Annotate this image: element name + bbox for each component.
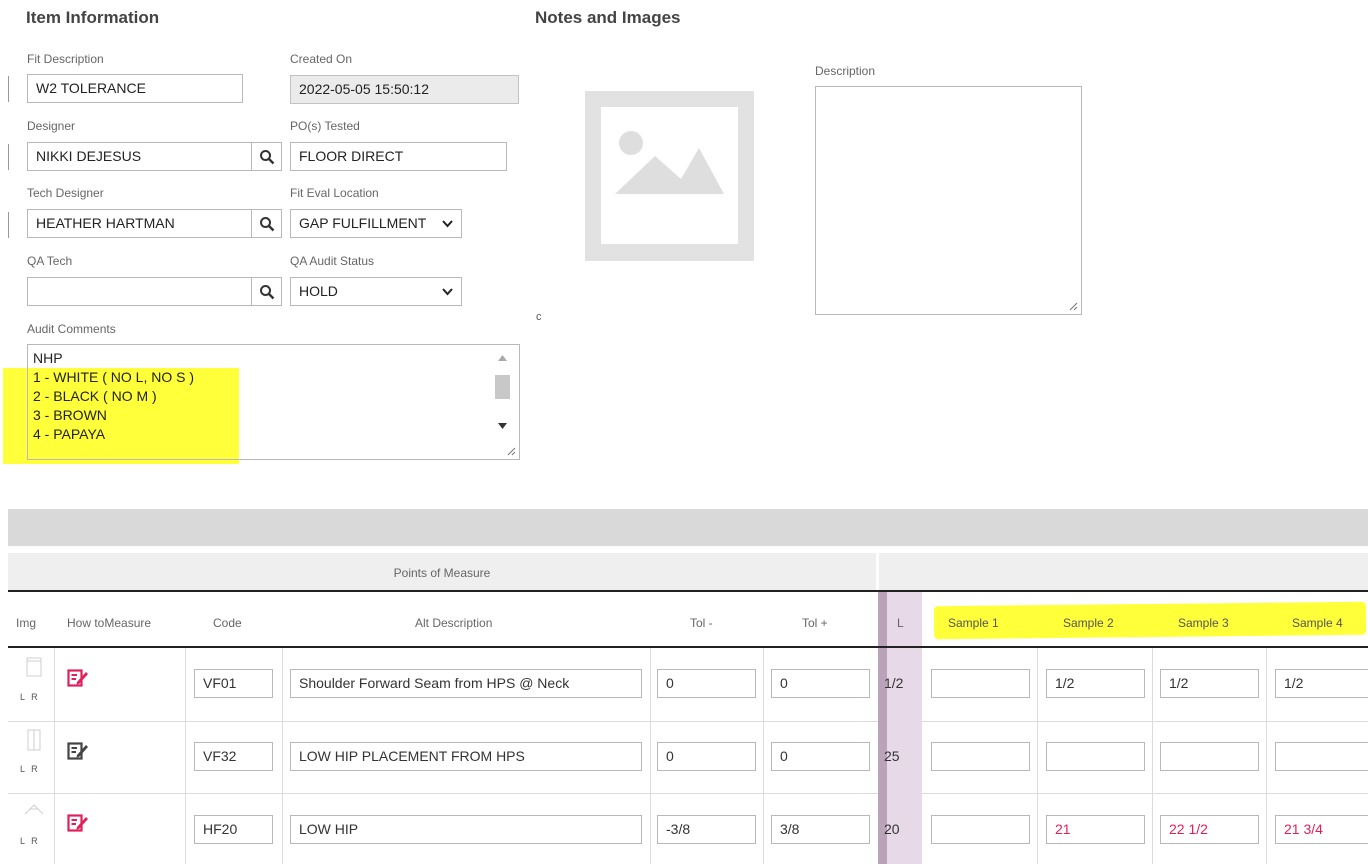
thumbnail-lr-label: L R xyxy=(20,836,40,846)
thumbnail-lr-label: L R xyxy=(20,764,40,774)
col-header-sample-4: Sample 4 xyxy=(1292,616,1343,630)
table-group-header: Points of Measure xyxy=(8,553,876,591)
sample-1-input[interactable] xyxy=(931,669,1030,698)
tol-minus-input[interactable]: 0 xyxy=(657,669,756,698)
fit-eval-location-select[interactable]: GAP FULFILLMENT xyxy=(290,209,462,238)
col-header-how-to-measure: How toMeasure xyxy=(67,616,152,630)
scrollbar[interactable] xyxy=(494,349,511,441)
row-marker xyxy=(8,144,9,170)
audit-comments-text: NHP 1 - WHITE ( NO L, NO S ) 2 - BLACK (… xyxy=(33,350,195,442)
col-header-alt-description: Alt Description xyxy=(415,616,493,630)
qa-tech-label: QA Tech xyxy=(27,254,73,268)
tech-designer-field[interactable]: HEATHER HARTMAN xyxy=(27,209,252,238)
garment-thumbnail-icon[interactable] xyxy=(22,727,46,757)
audit-comments-textarea[interactable]: NHP 1 - WHITE ( NO L, NO S ) 2 - BLACK (… xyxy=(27,344,520,460)
size-value: 1/2 xyxy=(884,675,904,691)
tech-designer-search-button[interactable] xyxy=(252,209,282,238)
chevron-down-icon xyxy=(442,210,453,237)
chevron-down-icon xyxy=(442,278,453,305)
toolbar-bar xyxy=(8,509,1368,546)
qa-tech-search-button[interactable] xyxy=(252,277,282,306)
designer-search-button[interactable] xyxy=(252,142,282,171)
alt-description-input[interactable]: Shoulder Forward Seam from HPS @ Neck xyxy=(290,669,642,698)
sample-4-input[interactable]: 1/2 xyxy=(1275,669,1368,698)
qa-audit-status-select[interactable]: HOLD xyxy=(290,277,462,306)
qa-audit-status-value: HOLD xyxy=(299,283,338,299)
sample-4-input[interactable]: 21 3/4 xyxy=(1275,815,1368,844)
sample-1-input[interactable] xyxy=(931,815,1030,844)
col-header-code: Code xyxy=(213,616,242,630)
code-input[interactable]: VF32 xyxy=(194,742,273,771)
search-icon xyxy=(259,284,274,299)
header-rule xyxy=(8,590,1368,592)
col-header-sample-2: Sample 2 xyxy=(1063,616,1114,630)
description-textarea[interactable] xyxy=(815,86,1082,315)
pos-tested-field[interactable]: FLOOR DIRECT xyxy=(290,142,507,171)
edit-measure-icon[interactable] xyxy=(67,741,89,761)
item-information-title: Item Information xyxy=(26,8,160,27)
notes-and-images-title: Notes and Images xyxy=(535,8,681,27)
created-on-field: 2022-05-05 15:50:12 xyxy=(290,75,519,104)
edit-measure-icon[interactable] xyxy=(67,813,89,833)
created-on-label: Created On xyxy=(290,52,353,66)
row-marker xyxy=(8,212,9,238)
tol-minus-input[interactable]: 0 xyxy=(657,742,756,771)
col-header-tol-plus: Tol + xyxy=(802,616,828,630)
sample-4-input[interactable] xyxy=(1275,742,1368,771)
designer-field[interactable]: NIKKI DEJESUS xyxy=(27,142,252,171)
search-icon xyxy=(259,216,274,231)
image-icon xyxy=(601,107,738,244)
col-header-sample-3: Sample 3 xyxy=(1178,616,1229,630)
search-icon xyxy=(259,149,274,164)
stray-text: c xyxy=(536,311,542,323)
header-rule xyxy=(8,646,1368,648)
garment-thumbnail-icon[interactable] xyxy=(22,655,46,685)
alt-description-input[interactable]: LOW HIP xyxy=(290,815,642,844)
sample-3-input[interactable] xyxy=(1160,742,1259,771)
audit-comments-label: Audit Comments xyxy=(27,322,116,336)
sample-2-input[interactable]: 21 xyxy=(1046,815,1145,844)
sample-3-input[interactable]: 22 1/2 xyxy=(1160,815,1259,844)
col-header-tol-minus: Tol - xyxy=(690,616,713,630)
tol-plus-input[interactable]: 0 xyxy=(771,742,870,771)
resize-handle-icon[interactable] xyxy=(1068,301,1078,311)
designer-label: Designer xyxy=(27,119,76,133)
tol-minus-input[interactable]: -3/8 xyxy=(657,815,756,844)
col-header-sample-1: Sample 1 xyxy=(948,616,999,630)
points-of-measure-header: Points of Measure xyxy=(393,566,491,580)
col-header-size-l: L xyxy=(897,616,904,630)
row-marker xyxy=(8,76,9,102)
fit-description-label: Fit Description xyxy=(27,52,104,66)
tech-designer-label: Tech Designer xyxy=(27,186,104,200)
size-value: 20 xyxy=(884,821,900,837)
code-input[interactable]: HF20 xyxy=(194,815,273,844)
alt-description-input[interactable]: LOW HIP PLACEMENT FROM HPS xyxy=(290,742,642,771)
table-group-header-right xyxy=(879,553,1368,591)
pos-tested-label: PO(s) Tested xyxy=(290,119,360,133)
tol-plus-input[interactable]: 3/8 xyxy=(771,815,870,844)
image-placeholder[interactable] xyxy=(585,91,754,261)
qa-audit-status-label: QA Audit Status xyxy=(290,254,375,268)
col-header-img: Img xyxy=(16,616,37,630)
code-input[interactable]: VF01 xyxy=(194,669,273,698)
sample-3-input[interactable]: 1/2 xyxy=(1160,669,1259,698)
description-label: Description xyxy=(815,64,876,78)
edit-measure-icon[interactable] xyxy=(67,668,89,688)
sample-2-input[interactable]: 1/2 xyxy=(1046,669,1145,698)
sample-2-input[interactable] xyxy=(1046,742,1145,771)
size-value: 25 xyxy=(884,748,900,764)
garment-thumbnail-icon[interactable] xyxy=(22,800,46,830)
fit-eval-location-value: GAP FULFILLMENT xyxy=(299,215,427,231)
qa-tech-field[interactable] xyxy=(27,277,252,306)
resize-handle-icon[interactable] xyxy=(506,446,516,456)
thumbnail-lr-label: L R xyxy=(20,692,40,702)
fit-description-field[interactable]: W2 TOLERANCE xyxy=(27,74,243,103)
fit-eval-location-label: Fit Eval Location xyxy=(290,186,379,200)
sample-1-input[interactable] xyxy=(931,742,1030,771)
tol-plus-input[interactable]: 0 xyxy=(771,669,870,698)
